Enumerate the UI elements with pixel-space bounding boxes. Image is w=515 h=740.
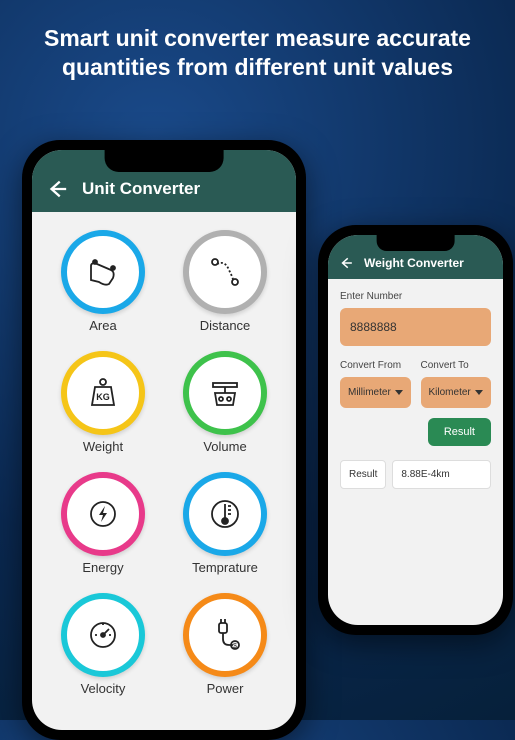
category-label: Area [89,318,116,333]
category-volume[interactable]: Volume [174,351,276,454]
result-value-cell: 8.88E-4km [392,460,491,489]
convert-from-select[interactable]: Millimeter [340,377,411,408]
chevron-down-icon [475,390,483,395]
convert-to-label: Convert To [421,360,492,371]
category-label: Weight [83,439,123,454]
category-distance[interactable]: Distance [174,230,276,333]
category-grid: Area Distance KG Weight Vol [32,212,296,714]
category-temperature[interactable]: Temprature [174,472,276,575]
enter-number-label: Enter Number [340,291,491,302]
result-label-cell: Result [340,460,386,489]
weight-icon: KG [83,373,123,413]
svg-text:$: $ [233,643,237,650]
back-arrow-icon[interactable] [338,255,354,271]
promo-headline: Smart unit converter measure accurate qu… [0,0,515,92]
velocity-icon [83,615,123,655]
area-icon [83,252,123,292]
back-arrow-icon[interactable] [46,178,68,200]
select-value: Kilometer [429,387,471,398]
energy-icon [83,494,123,534]
category-label: Energy [82,560,123,575]
category-label: Velocity [81,681,126,696]
appbar-title: Weight Converter [364,256,464,270]
phone-mockup-2: Weight Converter Enter Number 8888888 Co… [318,225,513,635]
number-input[interactable]: 8888888 [340,308,491,346]
power-icon: $ [205,615,245,655]
category-label: Distance [200,318,251,333]
category-label: Volume [203,439,246,454]
temperature-icon [205,494,245,534]
category-label: Temprature [192,560,258,575]
category-area[interactable]: Area [52,230,154,333]
svg-text:KG: KG [96,392,110,402]
distance-icon [205,252,245,292]
phone-notch [376,235,455,251]
category-velocity[interactable]: Velocity [52,593,154,696]
volume-icon [205,373,245,413]
select-value: Millimeter [348,387,391,398]
converter-form: Enter Number 8888888 Convert From Millim… [328,279,503,501]
category-power[interactable]: $ Power [174,593,276,696]
phone-notch [105,150,224,172]
category-label: Power [207,681,244,696]
chevron-down-icon [395,390,403,395]
convert-to-select[interactable]: Kilometer [421,377,492,408]
category-energy[interactable]: Energy [52,472,154,575]
category-weight[interactable]: KG Weight [52,351,154,454]
result-button[interactable]: Result [428,418,491,446]
phone-mockup-1: Unit Converter Area Distance KG [22,140,306,740]
appbar-title: Unit Converter [82,179,200,199]
convert-from-label: Convert From [340,360,411,371]
